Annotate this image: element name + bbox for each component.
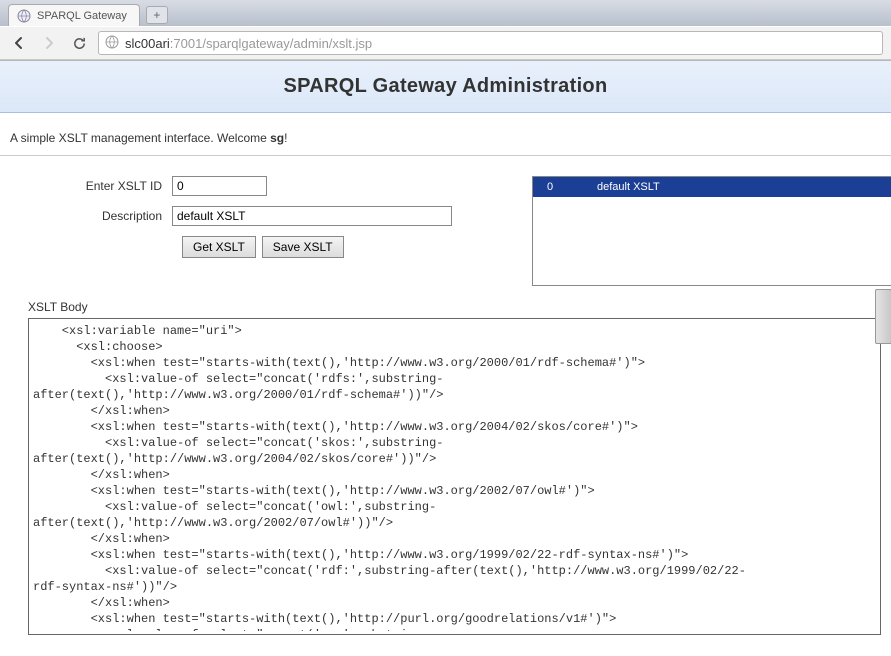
globe-icon (17, 9, 31, 23)
browser-tab-title: SPARQL Gateway (37, 10, 127, 22)
browser-toolbar: slc00ari:7001/sparqlgateway/admin/xslt.j… (0, 26, 891, 60)
list-item-desc: default XSLT (593, 181, 660, 193)
xslt-body-textarea[interactable] (29, 319, 880, 631)
page-title: SPARQL Gateway Administration (0, 75, 891, 98)
url-port: :7001 (170, 36, 203, 51)
new-tab-button[interactable]: + (146, 6, 168, 24)
back-button[interactable] (8, 32, 30, 54)
forward-button[interactable] (38, 32, 60, 54)
plus-icon: + (153, 8, 160, 22)
get-xslt-button[interactable]: Get XSLT (182, 236, 256, 258)
url-host: slc00ari (125, 36, 170, 51)
list-item[interactable]: 0 default XSLT (533, 177, 891, 197)
url-text: slc00ari:7001/sparqlgateway/admin/xslt.j… (125, 36, 372, 51)
browser-tab[interactable]: SPARQL Gateway (8, 4, 140, 26)
welcome-username: sg (270, 131, 284, 145)
xslt-form: Enter XSLT ID Description Get XSLT Save … (12, 176, 502, 258)
page-header: SPARQL Gateway Administration (0, 61, 891, 113)
xslt-id-label: Enter XSLT ID (12, 179, 172, 193)
xslt-body-label: XSLT Body (28, 300, 881, 314)
list-item-id: 0 (533, 181, 593, 193)
url-path: /sparqlgateway/admin/xslt.jsp (202, 36, 372, 51)
xslt-list-box[interactable]: 0 default XSLT (532, 176, 891, 286)
reload-button[interactable] (68, 32, 90, 54)
welcome-suffix: ! (284, 131, 287, 145)
browser-tabstrip: SPARQL Gateway + (0, 0, 891, 26)
xslt-id-input[interactable] (172, 176, 267, 196)
save-xslt-button[interactable]: Save XSLT (262, 236, 344, 258)
page-scrollbar-thumb[interactable] (875, 289, 891, 344)
description-label: Description (12, 209, 172, 223)
welcome-message: A simple XSLT management interface. Welc… (0, 113, 891, 156)
globe-icon (105, 35, 119, 52)
description-input[interactable] (172, 206, 452, 226)
welcome-prefix: A simple XSLT management interface. Welc… (10, 131, 270, 145)
address-bar[interactable]: slc00ari:7001/sparqlgateway/admin/xslt.j… (98, 31, 883, 55)
